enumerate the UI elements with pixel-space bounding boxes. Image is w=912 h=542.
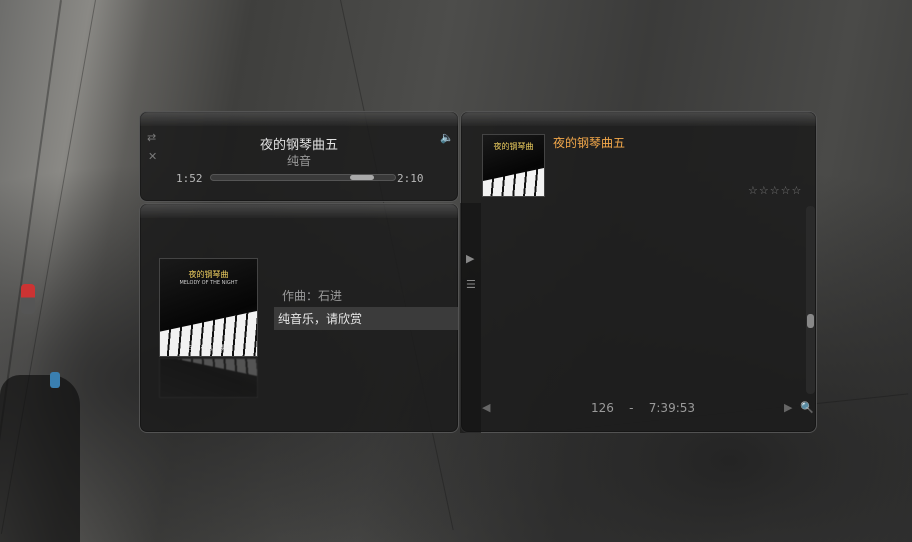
search-icon[interactable]: 🔍 (800, 402, 814, 413)
side-control-strip: ▶ ☰ (460, 203, 481, 433)
album-cover-large: 夜的钢琴曲 MELODY OF THE NIGHT 石进 夜的钢琴曲 (159, 258, 258, 357)
climber-figure (50, 372, 60, 388)
panel-gloss (140, 204, 458, 218)
mini-player-panel: ⇄ ✕ 🔈 夜的钢琴曲五 纯音 1:52 2:10 (139, 111, 459, 202)
scrollbar-thumb[interactable] (807, 314, 814, 328)
next-page-icon[interactable]: ▶ (784, 402, 792, 413)
total-duration: 7:39:53 (648, 401, 696, 415)
album-cover-reflection (159, 358, 258, 398)
prev-page-icon[interactable]: ◀ (482, 402, 490, 413)
cover-footer: 石进 夜的钢琴曲 (186, 345, 231, 353)
panel-gloss (140, 112, 458, 126)
progress-bar[interactable] (210, 174, 396, 181)
playlist-footer: ◀ 126 - 7:39:53 ▶ 🔍 (482, 399, 814, 417)
rating-stars[interactable]: ☆☆☆☆☆ (748, 184, 802, 197)
lyric-composer-line: 作曲：石进 (282, 289, 343, 303)
footer-separator: - (629, 401, 634, 415)
rock-shadow (0, 375, 80, 542)
total-time: 2:10 (397, 172, 424, 185)
piano-keys-art (483, 167, 544, 196)
mini-song-title: 夜的钢琴曲五 (259, 138, 338, 153)
panel-gloss (461, 112, 816, 126)
track-count: 126 (590, 401, 614, 415)
playlist-scrollbar[interactable] (806, 206, 815, 394)
cover-subtitle: MELODY OF THE NIGHT (179, 280, 238, 287)
progress-knob[interactable] (350, 175, 374, 180)
elapsed-time: 1:52 (176, 172, 203, 185)
lyric-active-line: 纯音乐，请欣赏 (274, 307, 458, 330)
cover-title: 夜的钢琴曲 (493, 142, 534, 152)
climber-figure (21, 284, 35, 314)
play-icon[interactable]: ▶ (466, 253, 474, 264)
list-icon[interactable]: ☰ (466, 279, 476, 290)
album-cover-small: 夜的钢琴曲 (482, 134, 545, 197)
now-playing-title: 夜的钢琴曲五 (553, 136, 626, 150)
piano-keys-art (160, 358, 257, 377)
cover-title: 夜的钢琴曲 (188, 269, 229, 279)
mini-artist: 纯音 (286, 154, 311, 168)
